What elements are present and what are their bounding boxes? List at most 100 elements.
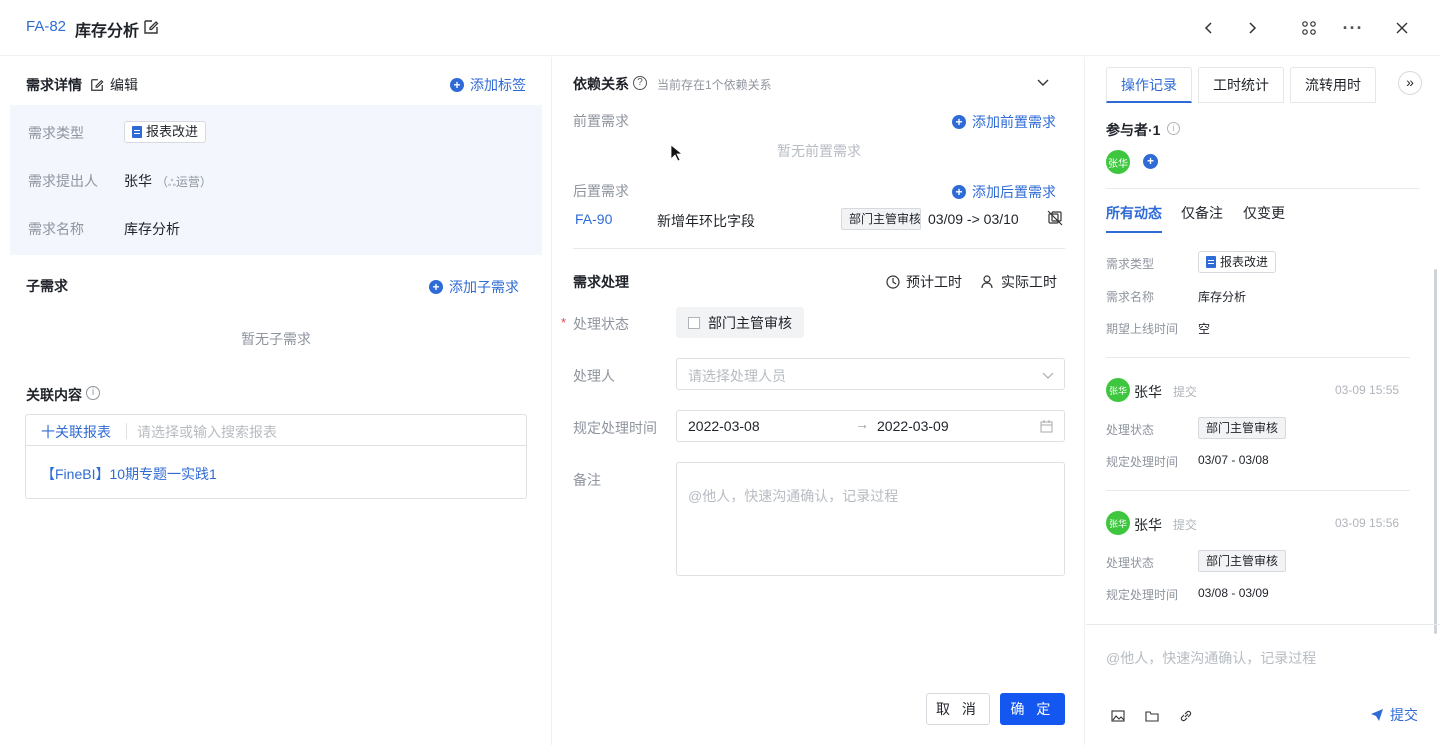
add-sub-button[interactable]: + 添加子需求 — [429, 277, 519, 297]
note-textarea[interactable]: @他人，快速沟通确认，记录过程 — [676, 462, 1065, 576]
entry-type-value: 报表改进 — [1220, 255, 1269, 269]
tab-operation-log[interactable]: 操作记录 — [1106, 67, 1192, 103]
entry-field-label: 处理状态 — [1106, 556, 1155, 570]
entry-field-label: 期望上线时间 — [1106, 322, 1179, 336]
image-icon[interactable] — [1111, 709, 1125, 723]
related-report-link[interactable]: 【FineBI】10期专题一实践1 — [41, 464, 217, 484]
more-icon[interactable]: ··· — [1341, 16, 1365, 40]
entry-action: 提交 — [1173, 385, 1198, 399]
cancel-button[interactable]: 取 消 — [926, 693, 990, 725]
filter-all[interactable]: 所有动态 — [1106, 203, 1162, 233]
help-icon[interactable]: ? — [633, 76, 647, 90]
details-title: 需求详情 — [26, 77, 82, 93]
filter-changes[interactable]: 仅变更 — [1243, 203, 1285, 223]
divider — [1086, 624, 1440, 625]
handler-select[interactable]: 请选择处理人员 — [676, 358, 1065, 390]
left-panel: 需求详情 编辑 + 添加标签 需求类型 报表改进 需求提出人 张华 （ஃ运营） … — [0, 57, 552, 745]
sub-title: 子需求 — [26, 278, 68, 294]
est-time-label: 预计工时 — [906, 274, 962, 290]
field-label-type: 需求类型 — [28, 125, 84, 141]
divider — [1106, 490, 1410, 491]
avatar: 张华 — [1106, 511, 1130, 535]
close-icon[interactable] — [1390, 16, 1414, 40]
link-report-button[interactable]: 十关联报表 — [41, 422, 111, 442]
document-icon — [132, 126, 142, 138]
comment-input[interactable]: @他人，快速沟通确认，记录过程 — [1106, 648, 1316, 668]
expand-icon[interactable]: » — [1398, 71, 1422, 95]
clock-icon — [886, 275, 900, 289]
submitter-value: 张华 — [124, 173, 152, 189]
filter-notes[interactable]: 仅备注 — [1181, 203, 1223, 223]
add-participant-button[interactable]: + — [1143, 154, 1158, 169]
status-label: 处理状态 — [573, 316, 629, 332]
pre-label: 前置需求 — [573, 113, 629, 129]
name-value: 库存分析 — [124, 221, 180, 237]
entry-field-label: 需求类型 — [1106, 257, 1155, 271]
entry-user: 张华 — [1134, 384, 1162, 400]
prev-icon[interactable] — [1197, 16, 1221, 40]
no-pre-text: 暂无前置需求 — [777, 143, 861, 159]
act-time-button[interactable]: 实际工时 — [981, 272, 1057, 292]
entry-field-label: 规定处理时间 — [1106, 455, 1179, 469]
field-label-name: 需求名称 — [28, 221, 84, 237]
start-date[interactable]: 2022-03-08 — [688, 418, 760, 434]
related-box: 十关联报表 请选择或输入搜索报表 【FineBI】10期专题一实践1 — [25, 414, 527, 499]
avatar: 张华 — [1106, 378, 1130, 402]
add-tag-label: 添加标签 — [470, 77, 526, 93]
date-range-picker[interactable]: 2022-03-08 → 2022-03-09 — [676, 410, 1065, 442]
entry-field-label: 规定处理时间 — [1106, 588, 1179, 602]
info-icon[interactable]: i — [1167, 122, 1180, 135]
status-value: 部门主管审核 — [708, 314, 792, 331]
status-checkbox[interactable] — [688, 316, 700, 329]
add-circle-icon: + — [952, 115, 966, 129]
avatar: 张华 — [1106, 150, 1130, 174]
status-select[interactable]: 部门主管审核 — [676, 307, 804, 338]
est-time-button[interactable]: 预计工时 — [886, 272, 962, 292]
link-icon[interactable] — [1179, 709, 1193, 723]
dept-value: 运营 — [175, 175, 200, 189]
add-pre-button[interactable]: + 添加前置需求 — [952, 112, 1056, 132]
collapse-chevron-icon[interactable] — [1037, 75, 1049, 91]
divider — [1106, 188, 1420, 189]
submit-button[interactable]: 提交 — [1370, 705, 1418, 725]
entry-range: 03/07 - 03/08 — [1198, 453, 1269, 467]
arrow-right-icon: → — [855, 416, 869, 432]
submit-label: 提交 — [1390, 707, 1418, 723]
entry-field-value: 空 — [1198, 322, 1211, 336]
post-item-dates: 03/09 -> 03/10 — [928, 211, 1019, 227]
info-icon[interactable]: i — [86, 386, 100, 400]
type-value: 报表改进 — [146, 124, 199, 139]
edit-button[interactable]: 编辑 — [90, 75, 138, 95]
edit-title-icon[interactable] — [143, 19, 161, 37]
org-icon: ஃ — [168, 178, 176, 189]
tab-flow-time[interactable]: 流转用时 — [1290, 67, 1376, 103]
unlink-icon[interactable] — [1047, 210, 1063, 229]
divider — [1106, 357, 1410, 358]
add-circle-icon: + — [952, 185, 966, 199]
next-icon[interactable] — [1240, 16, 1264, 40]
chevron-down-icon — [1042, 372, 1054, 379]
share-nodes-icon[interactable] — [1297, 16, 1321, 40]
right-panel: 操作记录 工时统计 流转用时 » 参与者·1 i 张华 + 所有动态 仅备注 仅… — [1086, 57, 1440, 745]
end-date[interactable]: 2022-03-09 — [877, 418, 949, 434]
mouse-cursor-icon — [670, 144, 682, 162]
entry-range: 03/08 - 03/09 — [1198, 586, 1269, 600]
calendar-icon — [1040, 420, 1053, 433]
report-search-input[interactable]: 请选择或输入搜索报表 — [137, 422, 277, 442]
add-sub-label: 添加子需求 — [449, 279, 519, 295]
dependency-hint: 当前存在1个依赖关系 — [657, 78, 772, 92]
add-post-button[interactable]: + 添加后置需求 — [952, 182, 1056, 202]
entry-field-value: 库存分析 — [1198, 290, 1247, 304]
folder-icon[interactable] — [1145, 709, 1159, 723]
required-mark: * — [561, 315, 567, 330]
entry-action: 提交 — [1173, 518, 1198, 532]
tab-worktime[interactable]: 工时统计 — [1198, 67, 1284, 103]
document-icon — [1206, 256, 1216, 268]
confirm-button[interactable]: 确 定 — [1000, 693, 1065, 725]
act-time-label: 实际工时 — [1001, 274, 1057, 290]
post-item-id[interactable]: FA-90 — [575, 211, 612, 227]
entry-field-label: 处理状态 — [1106, 423, 1155, 437]
page-title: 库存分析 — [75, 23, 140, 40]
scrollbar[interactable] — [1434, 269, 1437, 634]
add-tag-button[interactable]: + 添加标签 — [450, 75, 526, 95]
